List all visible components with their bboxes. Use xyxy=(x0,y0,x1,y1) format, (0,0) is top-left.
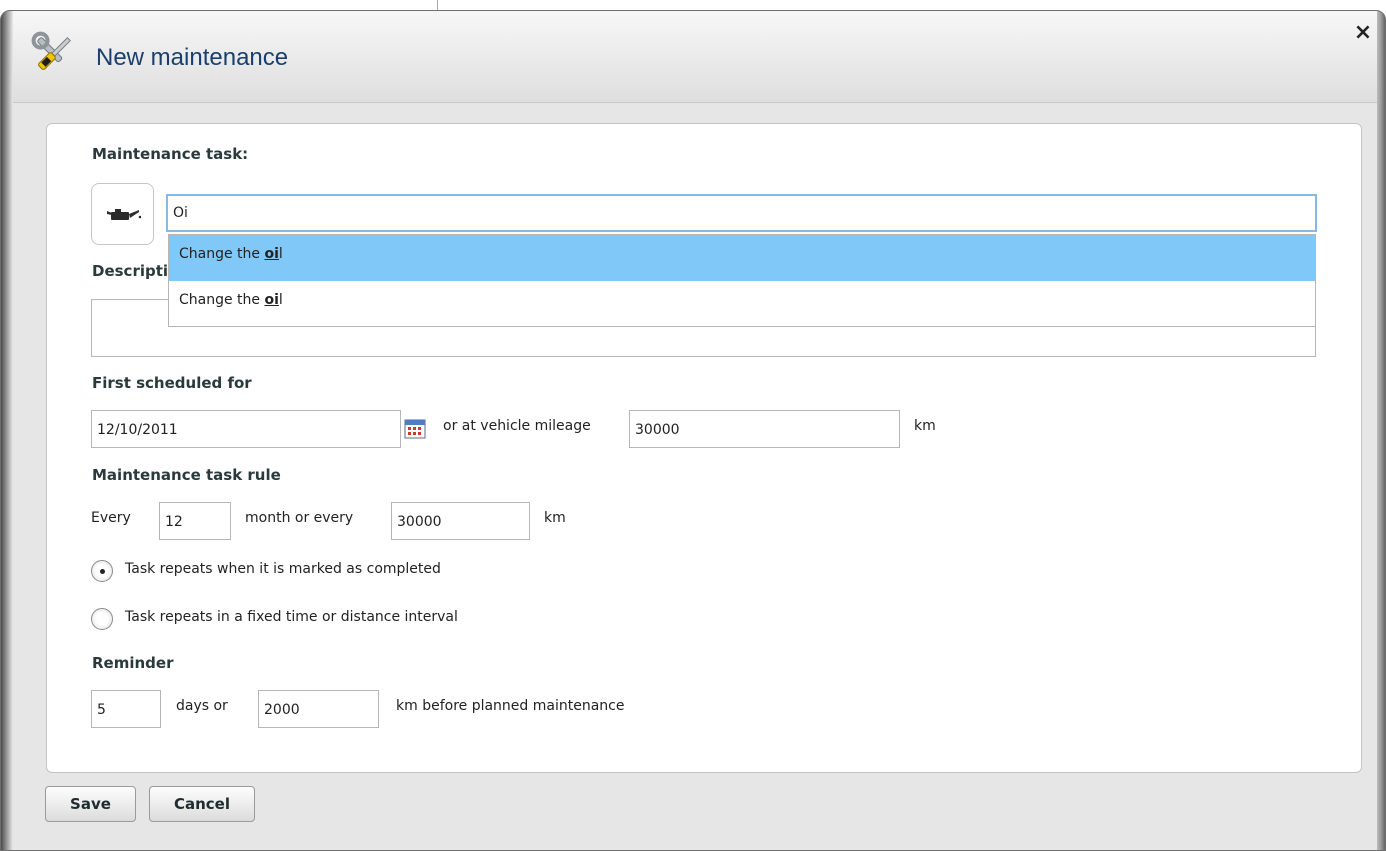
reminder-km-input[interactable]: 2000 xyxy=(258,690,379,728)
or-mileage-text: or at vehicle mileage xyxy=(443,418,591,434)
reminder-label: Reminder xyxy=(92,654,174,672)
suggestion-prefix: Change the xyxy=(179,292,265,308)
km-before-text: km before planned maintenance xyxy=(396,698,625,714)
suggestion-suffix: l xyxy=(278,292,283,308)
cancel-button[interactable]: Cancel xyxy=(149,786,255,822)
dialog-header: New maintenance × xyxy=(13,11,1377,103)
suggestion-match: oi xyxy=(264,292,279,308)
dialog-title: New maintenance xyxy=(96,44,289,71)
reminder-days-input[interactable]: 5 xyxy=(91,690,161,728)
every-text: Every xyxy=(91,510,131,526)
month-or-every-text: month or every xyxy=(245,510,354,526)
close-button[interactable]: × xyxy=(1351,21,1375,45)
radio-repeat-fixed[interactable] xyxy=(91,608,113,630)
suggestion-suffix: l xyxy=(278,246,283,262)
description-label: Descripti xyxy=(92,262,169,280)
rule-mileage-input[interactable]: 30000 xyxy=(391,502,530,540)
radio-dot xyxy=(100,569,105,574)
km-unit-first: km xyxy=(914,418,936,434)
maintenance-task-label: Maintenance task: xyxy=(92,145,249,163)
rule-label: Maintenance task rule xyxy=(92,466,281,484)
km-unit-rule: km xyxy=(544,510,566,526)
first-mileage-input[interactable]: 30000 xyxy=(629,410,900,448)
suggestion-dropdown: Change the oil Change the oil xyxy=(168,234,1316,327)
months-input[interactable]: 12 xyxy=(159,502,231,540)
first-date-input[interactable]: 12/10/2011 xyxy=(91,410,401,448)
radio-completed-label: Task repeats when it is marked as comple… xyxy=(125,561,441,577)
radio-repeat-completed[interactable] xyxy=(91,560,113,582)
radio-fixed-label: Task repeats in a fixed time or distance… xyxy=(125,609,458,625)
calendar-icon[interactable] xyxy=(404,418,426,440)
first-scheduled-label: First scheduled for xyxy=(92,374,252,392)
task-icon-button[interactable] xyxy=(91,183,154,245)
suggestion-item[interactable]: Change the oil xyxy=(169,281,1315,327)
oil-can-icon xyxy=(106,209,141,220)
wrench-screwdriver-icon xyxy=(31,31,71,70)
days-or-text: days or xyxy=(176,698,228,714)
maintenance-task-input[interactable]: Oi xyxy=(166,194,1317,232)
suggestion-prefix: Change the xyxy=(179,246,265,262)
suggestion-match: oi xyxy=(264,246,279,262)
save-button[interactable]: Save xyxy=(45,786,136,822)
suggestion-item[interactable]: Change the oil xyxy=(169,235,1315,281)
